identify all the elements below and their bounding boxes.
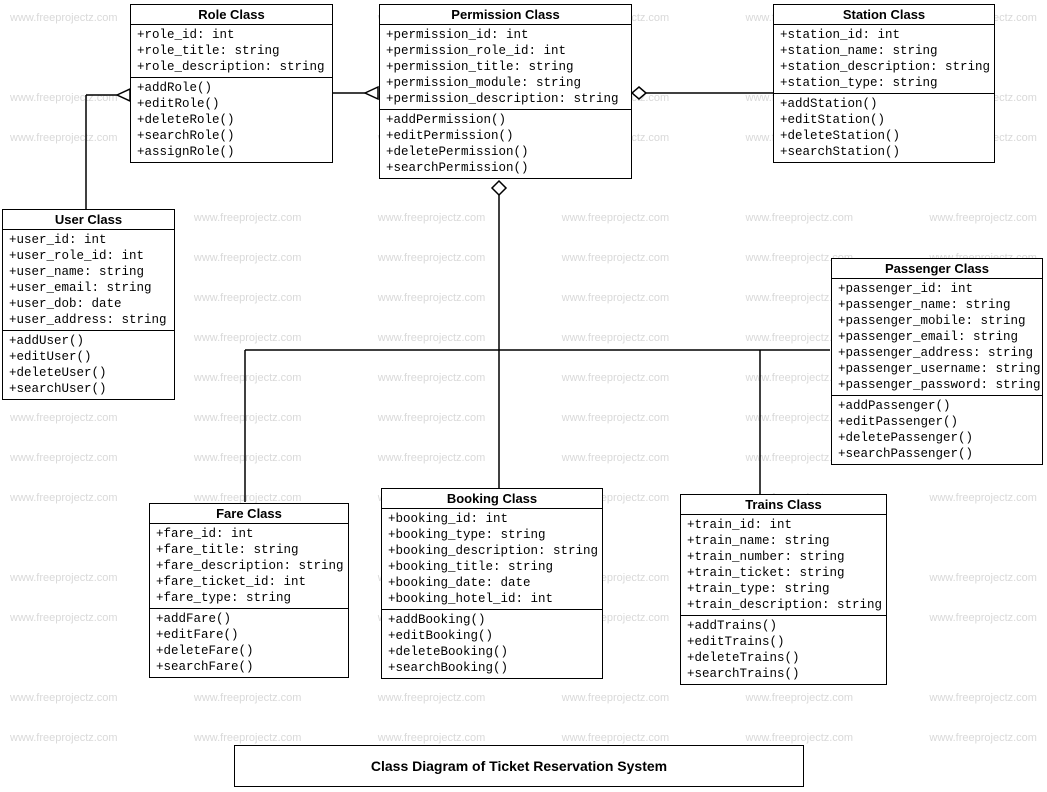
class-passenger: Passenger Class +passenger_id: int +pass… [831,258,1043,465]
class-user: User Class +user_id: int +user_role_id: … [2,209,175,400]
class-attrs: +train_id: int +train_name: string +trai… [681,515,886,616]
class-booking: Booking Class +booking_id: int +booking_… [381,488,603,679]
class-attrs: +passenger_id: int +passenger_name: stri… [832,279,1042,396]
class-permission: Permission Class +permission_id: int +pe… [379,4,632,179]
class-title: Passenger Class [832,259,1042,279]
diagram-title-text: Class Diagram of Ticket Reservation Syst… [371,758,667,774]
class-attrs: +station_id: int +station_name: string +… [774,25,994,94]
class-ops: +addBooking() +editBooking() +deleteBook… [382,610,602,678]
class-trains: Trains Class +train_id: int +train_name:… [680,494,887,685]
diagram-canvas: www.freeprojectz.comwww.freeprojectz.com… [0,0,1047,792]
class-ops: +addPermission() +editPermission() +dele… [380,110,631,178]
class-attrs: +booking_id: int +booking_type: string +… [382,509,602,610]
class-title: Booking Class [382,489,602,509]
class-title: Role Class [131,5,332,25]
class-ops: +addRole() +editRole() +deleteRole() +se… [131,78,332,162]
class-ops: +addTrains() +editTrains() +deleteTrains… [681,616,886,684]
class-title: Fare Class [150,504,348,524]
class-fare: Fare Class +fare_id: int +fare_title: st… [149,503,349,678]
class-title: User Class [3,210,174,230]
class-attrs: +user_id: int +user_role_id: int +user_n… [3,230,174,331]
class-title: Trains Class [681,495,886,515]
class-ops: +addUser() +editUser() +deleteUser() +se… [3,331,174,399]
diagram-title: Class Diagram of Ticket Reservation Syst… [234,745,804,787]
class-attrs: +fare_id: int +fare_title: string +fare_… [150,524,348,609]
class-role: Role Class +role_id: int +role_title: st… [130,4,333,163]
class-ops: +addStation() +editStation() +deleteStat… [774,94,994,162]
class-attrs: +permission_id: int +permission_role_id:… [380,25,631,110]
class-attrs: +role_id: int +role_title: string +role_… [131,25,332,78]
class-ops: +addPassenger() +editPassenger() +delete… [832,396,1042,464]
class-station: Station Class +station_id: int +station_… [773,4,995,163]
class-title: Station Class [774,5,994,25]
class-title: Permission Class [380,5,631,25]
class-ops: +addFare() +editFare() +deleteFare() +se… [150,609,348,677]
